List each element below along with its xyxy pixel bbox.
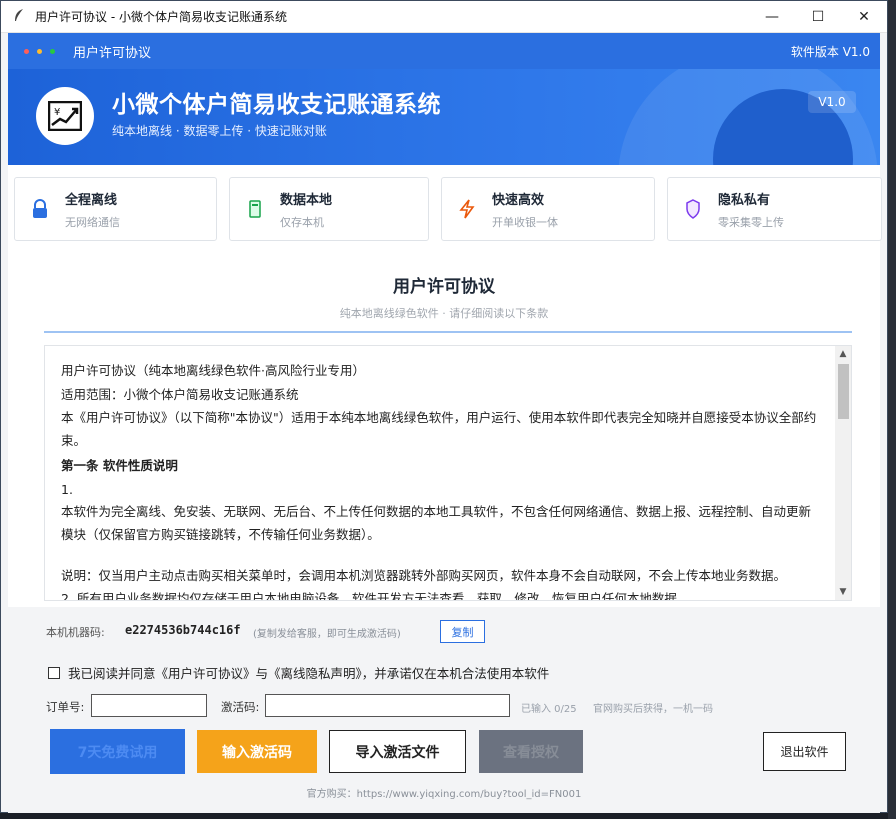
machine-code-label: 本机机器码: xyxy=(46,626,105,639)
copy-button[interactable]: 复制 xyxy=(440,620,485,643)
activation-code-label: 激活码: xyxy=(221,700,260,714)
agree-label[interactable]: 我已阅读并同意《用户许可协议》与《离线隐私声明》，并承诺仅在本机合法使用本软件 xyxy=(68,663,549,682)
agreement-line: 1. xyxy=(61,481,73,497)
activation-code-input[interactable] xyxy=(265,694,510,717)
enter-activation-code-button[interactable]: 输入激活码 xyxy=(197,730,317,773)
agreement-line: 2. 所有用户业务数据均仅存储于用户本地电脑设备，软件开发方无法查看、获取、修改… xyxy=(61,590,690,601)
lock-icon xyxy=(29,197,51,221)
agreement-subtitle: 纯本地离线绿色软件 · 请仔细阅读以下条款 xyxy=(339,307,549,320)
version-badge: V1.0 xyxy=(808,91,856,113)
agreement-line: 本《用户许可协议》（以下简称"本协议"）适用于本纯本地离线绿色软件，用户运行、使… xyxy=(61,410,817,448)
close-button[interactable]: ✕ xyxy=(841,1,887,33)
feature-title: 全程离线 xyxy=(65,192,118,208)
feature-desc: 零采集零上传 xyxy=(718,215,784,229)
agree-checkbox[interactable] xyxy=(48,666,60,679)
agreement-line: 说明：仅当用户主动点击购买相关菜单时，会调用本机浏览器跳转外部购买网页，软件本身… xyxy=(61,568,787,583)
exit-button[interactable]: 退出软件 xyxy=(763,732,846,771)
maximize-button[interactable]: ☐ xyxy=(795,1,841,33)
feature-title: 隐私私有 xyxy=(718,192,771,208)
feature-card-fast: 快速高效 开单收银一体 xyxy=(441,177,655,241)
purchase-link[interactable]: 官方购买：https://www.yiqxing.com/buy?tool_id… xyxy=(8,785,880,800)
hero-banner: ¥ 小微个体户简易收支记账通系统 纯本地离线 · 数据零上传 · 快速记账对账 … xyxy=(8,69,880,165)
feature-card-offline: 全程离线 无网络通信 xyxy=(14,177,217,241)
feature-card-local: 数据本地 仅存本机 xyxy=(229,177,429,241)
agreement-section-heading: 第一条 软件性质说明 xyxy=(61,458,178,473)
window-dots xyxy=(24,48,55,54)
feature-title: 数据本地 xyxy=(280,192,333,208)
input-counter: 已输入 0/25 xyxy=(521,704,577,715)
window-title: 用户许可协议 - 小微个体户简易收支记账通系统 xyxy=(35,10,287,24)
view-license-button[interactable]: 查看授权 xyxy=(479,730,583,773)
dot-green xyxy=(50,48,55,54)
shield-icon xyxy=(682,197,704,221)
agree-row: 我已阅读并同意《用户许可协议》与《离线隐私声明》，并承诺仅在本机合法使用本软件 xyxy=(48,663,549,682)
scroll-thumb[interactable] xyxy=(838,364,849,419)
ledger-chart-icon: ¥ xyxy=(36,87,94,145)
feather-icon xyxy=(13,8,29,25)
feature-cards: 全程离线 无网络通信 数据本地 仅存本机 快速高效 开单收银一体 隐私私有 零采… xyxy=(8,165,882,255)
app-subtitle: 纯本地离线 · 数据零上传 · 快速记账对账 xyxy=(112,124,327,138)
agreement-title: 用户许可协议 xyxy=(393,277,495,297)
feature-card-privacy: 隐私私有 零采集零上传 xyxy=(667,177,882,241)
svg-text:¥: ¥ xyxy=(54,107,60,118)
free-trial-button[interactable]: 7天免费试用 xyxy=(50,729,185,774)
divider xyxy=(44,331,852,333)
minimize-button[interactable]: — xyxy=(749,1,795,33)
local-data-icon xyxy=(244,197,266,221)
machine-code-hint: (复制发给客服，即可生成激活码) xyxy=(253,629,401,640)
import-activation-file-button[interactable]: 导入激活文件 xyxy=(329,730,466,773)
title-bar: 用户许可协议 - 小微个体户简易收支记账通系统 — ☐ ✕ xyxy=(1,1,887,33)
agreement-text-box[interactable]: 用户许可协议（纯本地离线绿色软件·高风险行业专用） 适用范围：小微个体户简易收支… xyxy=(44,345,852,601)
activation-area: 本机机器码: e2274536b744c16f (复制发给客服，即可生成激活码)… xyxy=(8,607,880,813)
agreement-line: 用户许可协议（纯本地离线绿色软件·高风险行业专用） xyxy=(61,363,365,378)
scroll-up-icon[interactable]: ▲ xyxy=(835,346,851,362)
feature-desc: 无网络通信 xyxy=(65,215,120,229)
feature-desc: 开单收银一体 xyxy=(492,215,558,229)
order-input[interactable] xyxy=(91,694,207,717)
scroll-down-icon[interactable]: ▼ xyxy=(835,584,851,600)
feature-title: 快速高效 xyxy=(492,192,545,208)
app-topbar: 用户许可协议 软件版本 V1.0 xyxy=(8,33,880,69)
machine-code-value: e2274536b744c16f xyxy=(125,623,241,637)
dot-yellow xyxy=(37,48,42,54)
desktop-background xyxy=(888,0,896,819)
app-title: 小微个体户简易收支记账通系统 xyxy=(112,92,441,118)
topbar-label: 用户许可协议 xyxy=(73,45,152,61)
vertical-scrollbar[interactable]: ▲ ▼ xyxy=(835,346,851,600)
order-label: 订单号: xyxy=(46,700,85,714)
lightning-icon xyxy=(456,197,478,221)
feature-desc: 仅存本机 xyxy=(280,215,324,229)
software-version: 软件版本 V1.0 xyxy=(790,44,870,59)
agreement-line: 适用范围：小微个体户简易收支记账通系统 xyxy=(61,386,299,402)
agreement-panel: 用户许可协议 纯本地离线绿色软件 · 请仔细阅读以下条款 用户许可协议（纯本地离… xyxy=(8,255,880,607)
dot-red xyxy=(24,48,29,54)
agreement-line: 本软件为完全离线、免安装、无联网、无后台、不上传任何数据的本地工具软件，不包含任… xyxy=(61,504,812,542)
input-hint: 官网购买后获得，一机一码 xyxy=(593,704,713,715)
